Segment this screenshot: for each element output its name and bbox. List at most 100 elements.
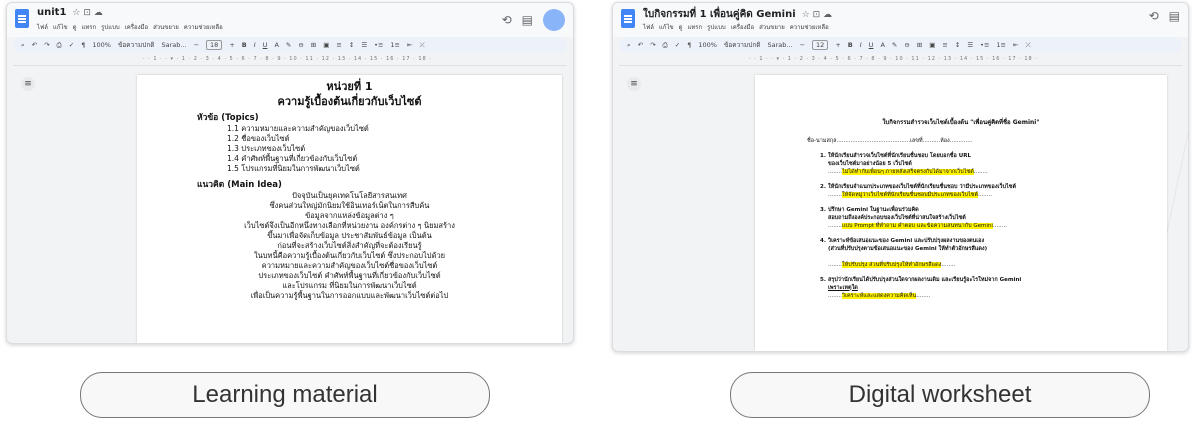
link-icon[interactable]: ⊖ [298, 41, 303, 49]
redo-icon[interactable]: ↷ [44, 41, 49, 49]
answer-line[interactable]: ........วิเคราะห์และแสดงความคิดเห็น.....… [828, 292, 1167, 300]
answer-line[interactable]: ........ให้ปรับปรุง ส่วนที่ปรับปรุงให้ทำ… [828, 261, 1167, 269]
font-select[interactable]: Sarab... [768, 41, 793, 49]
clear-format-icon[interactable]: ⤫ [419, 41, 424, 50]
menu-format[interactable]: รูปแบบ [707, 24, 726, 31]
answer-line[interactable]: ........แบบ Prompt ที่ทำถาม คำตอบ และข้อ… [828, 222, 1167, 230]
font-size-input[interactable]: 18 [206, 40, 223, 50]
search-icon[interactable]: ⌕ [21, 41, 25, 50]
paint-format-icon[interactable]: ¶ [81, 41, 85, 49]
menu-tools[interactable]: เครื่องมือ [125, 24, 148, 31]
main-idea-line: เว็บไซต์จึงเป็นอีกหนึ่งทางเลือกที่หน่วยง… [244, 221, 455, 230]
answer-text: ให้จัดหมู่ว่าเว็บไซต์ที่นักเรียนชื่นชอบม… [842, 192, 979, 198]
paint-format-icon[interactable]: ¶ [687, 41, 691, 49]
question-line: ของเว็บไซต์มาอย่างน้อย 5 เว็บไซต์ [828, 161, 912, 167]
menu-edit[interactable]: แก้ไข [659, 24, 674, 31]
star-icon[interactable]: ☆ ⊡ ☁ [72, 8, 102, 18]
checklist-icon[interactable]: ☰ [361, 41, 367, 49]
question: 4. วิเคราะห์ข้อเสนอแนะของ Gemini และปรับป… [820, 238, 985, 244]
doc-title[interactable]: ใบกิจกรรมที่ 1 เพื่อนคู่คิด Gemini ☆ ⊡ ☁ [643, 7, 832, 22]
font-size-input[interactable]: 12 [812, 40, 829, 50]
numbered-list-icon[interactable]: 1≡ [390, 41, 400, 49]
outline-icon[interactable]: ≡ [21, 77, 35, 91]
menu-insert[interactable]: แทรก [81, 24, 96, 31]
link-icon[interactable]: ⊖ [904, 41, 909, 49]
menu-file[interactable]: ไฟล์ [643, 24, 654, 31]
undo-icon[interactable]: ↶ [32, 41, 37, 49]
checklist-icon[interactable]: ☰ [967, 41, 973, 49]
menu-help[interactable]: ความช่วยเหลือ [184, 24, 223, 31]
line-spacing-icon[interactable]: ↕ [955, 41, 960, 49]
font-size-decrease[interactable]: − [194, 41, 199, 49]
align-icon[interactable]: ≡ [942, 41, 947, 49]
main-idea-line: และโปรแกรม ที่นิยมในการพัฒนาเว็บไซต์ [282, 281, 417, 290]
spellcheck-icon[interactable]: ✓ [675, 41, 680, 49]
image-icon[interactable]: ▣ [323, 41, 329, 49]
answer-line[interactable]: ........ให้จัดหมู่ว่าเว็บไซต์ที่นักเรียน… [828, 191, 1167, 199]
question: 2. ให้นักเรียนจำแนกประเภทของเว็บไซต์ที่นั… [820, 184, 1017, 190]
ruler[interactable]: · · 1 · · ▾ · 1 · 2 · 3 · 4 · 5 · 6 · 7 … [619, 55, 1182, 66]
menu-format[interactable]: รูปแบบ [101, 24, 120, 31]
indent-icon[interactable]: ⇤ [1013, 41, 1018, 49]
insert-comment-icon[interactable]: ⊞ [311, 41, 316, 49]
menu-file[interactable]: ไฟล์ [37, 24, 48, 31]
underline-icon[interactable]: U [263, 41, 268, 49]
numbered-list-icon[interactable]: 1≡ [996, 41, 1006, 49]
print-icon[interactable]: ⎙ [663, 41, 668, 50]
indent-icon[interactable]: ⇤ [407, 41, 412, 49]
bullet-list-icon[interactable]: •≡ [980, 41, 989, 49]
undo-icon[interactable]: ↶ [638, 41, 643, 49]
ruler[interactable]: · · 1 · · ▾ · 1 · 2 · 3 · 4 · 5 · 6 · 7 … [13, 55, 567, 66]
main-idea-heading: แนวคิด (Main Idea) [197, 180, 282, 190]
history-icon[interactable]: ⟲ [1149, 9, 1159, 23]
highlight-icon[interactable]: ✎ [892, 41, 897, 49]
style-select[interactable]: ข้อความปกติ [724, 40, 761, 50]
menu-edit[interactable]: แก้ไข [53, 24, 68, 31]
font-size-increase[interactable]: + [835, 41, 840, 49]
underline-icon[interactable]: U [869, 41, 874, 49]
comment-icon[interactable]: ▤ [1169, 9, 1180, 23]
menu-extensions[interactable]: ส่วนขยาย [759, 24, 785, 31]
zoom-select[interactable]: 100% [698, 41, 717, 49]
italic-icon[interactable]: I [860, 41, 862, 49]
google-docs-icon[interactable] [621, 9, 635, 28]
insert-comment-icon[interactable]: ⊞ [917, 41, 922, 49]
history-icon[interactable]: ⟲ [502, 13, 512, 27]
answer-line[interactable]: ........ไม่ได้ทำกับเพื่อนๆ ภายหลังเสร็จต… [828, 168, 1167, 176]
bullet-list-icon[interactable]: •≡ [374, 41, 383, 49]
bold-icon[interactable]: B [848, 41, 853, 49]
star-icon[interactable]: ☆ ⊡ ☁ [802, 10, 832, 20]
font-select[interactable]: Sarab... [162, 41, 187, 49]
redo-icon[interactable]: ↷ [650, 41, 655, 49]
comment-icon[interactable]: ▤ [522, 13, 533, 27]
outline-icon[interactable]: ≡ [627, 77, 641, 91]
highlight-icon[interactable]: ✎ [286, 41, 291, 49]
line-spacing-icon[interactable]: ↕ [349, 41, 354, 49]
bold-icon[interactable]: B [242, 41, 247, 49]
image-icon[interactable]: ▣ [929, 41, 935, 49]
document-page[interactable]: หน่วยที่ 1 ความรู้เบื้องต้นเกี่ยวกับเว็บ… [137, 75, 562, 343]
menu-view[interactable]: ดู [679, 24, 683, 31]
search-icon[interactable]: ⌕ [627, 41, 631, 50]
text-color-icon[interactable]: A [880, 41, 884, 49]
menu-tools[interactable]: เครื่องมือ [731, 24, 754, 31]
menu-extensions[interactable]: ส่วนขยาย [153, 24, 179, 31]
document-page[interactable]: ใบกิจกรรมสำรวจเว็บไซต์เบื้องต้น "เพื่อนค… [755, 75, 1167, 351]
spellcheck-icon[interactable]: ✓ [69, 41, 74, 49]
text-color-icon[interactable]: A [274, 41, 278, 49]
menu-help[interactable]: ความช่วยเหลือ [790, 24, 829, 31]
menu-view[interactable]: ดู [73, 24, 77, 31]
zoom-select[interactable]: 100% [92, 41, 111, 49]
clear-format-icon[interactable]: ⤫ [1025, 41, 1030, 50]
doc-title[interactable]: unit1 ☆ ⊡ ☁ [37, 7, 103, 18]
style-select[interactable]: ข้อความปกติ [118, 40, 155, 50]
avatar[interactable] [543, 9, 565, 31]
top-right-icons: ⟲ ▤ [1149, 9, 1180, 23]
print-icon[interactable]: ⎙ [57, 41, 62, 50]
align-icon[interactable]: ≡ [336, 41, 341, 49]
italic-icon[interactable]: I [254, 41, 256, 49]
menu-insert[interactable]: แทรก [687, 24, 702, 31]
google-docs-icon[interactable] [15, 9, 29, 28]
font-size-increase[interactable]: + [229, 41, 234, 49]
font-size-decrease[interactable]: − [800, 41, 805, 49]
